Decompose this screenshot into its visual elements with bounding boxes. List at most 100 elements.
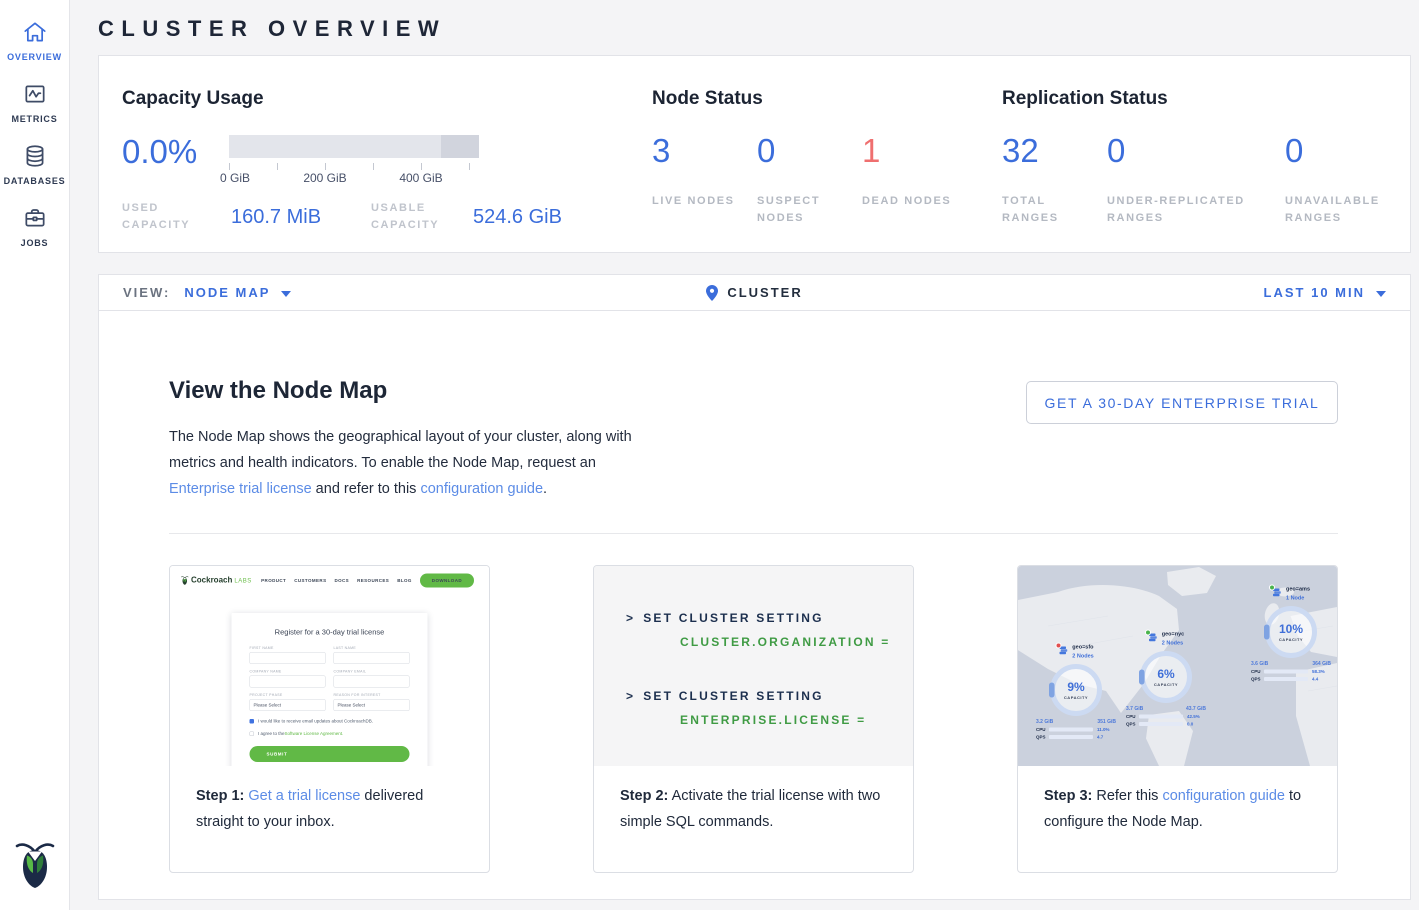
- sidebar: OVERVIEW METRICS DATABASES: [0, 0, 70, 910]
- description-text: The Node Map shows the geographical layo…: [169, 429, 632, 471]
- reason-for-interest-select: Please Select: [334, 699, 410, 711]
- capacity-axis-ticks: [229, 163, 479, 171]
- last-name-field: [334, 652, 410, 664]
- home-icon: [0, 19, 69, 45]
- used-capacity-label: USED CAPACITY: [122, 200, 231, 234]
- node-map-panel: GET A 30-DAY ENTERPRISE TRIAL View the N…: [98, 310, 1411, 900]
- page-title: CLUSTER OVERVIEW: [98, 16, 1411, 42]
- capacity-bar: [229, 135, 479, 158]
- live-nodes-value: 3: [652, 132, 757, 170]
- sidebar-item-overview[interactable]: OVERVIEW: [0, 0, 69, 62]
- cluster-summary-panel: Capacity Usage 0.0% 0 GiB 200 GiB 400 Gi…: [98, 55, 1411, 253]
- under-replicated-ranges-label: UNDER-REPLICATED RANGES: [1107, 193, 1267, 227]
- step-2-caption: Step 2: Activate the trial license with …: [594, 766, 913, 835]
- description-text: .: [543, 481, 547, 497]
- download-button: DOWNLOAD: [420, 574, 474, 588]
- capacity-gauge: 6% CAPACITY: [1140, 651, 1192, 703]
- node-status-title: Node Status: [652, 88, 1002, 110]
- form-title: Register for a 30-day trial license: [250, 628, 410, 637]
- node-map-preview: geo=sfo 2 Nodes 9% CAPACITY 3.2 GiB351 G…: [1018, 566, 1337, 766]
- view-selector-dropdown[interactable]: NODE MAP: [184, 285, 291, 300]
- configuration-guide-link[interactable]: configuration guide: [1162, 788, 1285, 804]
- capacity-gauge: 10% CAPACITY: [1265, 606, 1317, 658]
- locality-name: geo=nyc: [1162, 631, 1184, 637]
- suspect-nodes-label: SUSPECT NODES: [757, 193, 849, 227]
- database-icon: [0, 143, 69, 169]
- locality-name: geo=sfo: [1072, 644, 1093, 650]
- suspect-nodes-stat: 0 SUSPECT NODES: [757, 132, 862, 227]
- tick-label: 0 GiB: [220, 171, 250, 185]
- sidebar-item-label: METRICS: [0, 114, 69, 124]
- view-label: VIEW:: [123, 285, 170, 300]
- time-range-value: LAST 10 MIN: [1264, 285, 1365, 300]
- time-range-dropdown[interactable]: LAST 10 MIN: [1264, 285, 1386, 300]
- replication-status-section: Replication Status 32 TOTAL RANGES 0 UND…: [1002, 56, 1390, 252]
- step-1-card: Cockroach LABS PRODUCT CUSTOMERS DOCS RE…: [169, 565, 490, 873]
- sidebar-item-label: OVERVIEW: [0, 52, 69, 62]
- used-capacity-value: 160.7 MiB: [231, 206, 371, 229]
- locality-sfo: geo=sfo 2 Nodes 9% CAPACITY 3.2 GiB351 G…: [1036, 642, 1116, 740]
- node-group-icon: [1058, 645, 1068, 658]
- chevron-down-icon: [1376, 291, 1386, 297]
- submit-button: SUBMIT: [250, 746, 410, 762]
- main-content: CLUSTER OVERVIEW Capacity Usage 0.0% 0 G…: [70, 0, 1419, 900]
- sidebar-item-jobs[interactable]: JOBS: [0, 186, 69, 248]
- tick-label: 200 GiB: [303, 171, 346, 185]
- live-nodes-label: LIVE NODES: [652, 193, 744, 210]
- capacity-bar-chart: 0 GiB 200 GiB 400 GiB: [229, 133, 479, 185]
- capacity-usage-section: Capacity Usage 0.0% 0 GiB 200 GiB 400 Gi…: [122, 56, 652, 252]
- briefcase-icon: [0, 205, 69, 231]
- live-nodes-stat: 3 LIVE NODES: [652, 132, 757, 227]
- node-map-description: The Node Map shows the geographical layo…: [169, 424, 641, 502]
- unavailable-ranges-stat: 0 UNAVAILABLE RANGES: [1285, 132, 1390, 227]
- node-status-section: Node Status 3 LIVE NODES 0 SUSPECT NODES…: [652, 56, 1002, 252]
- locality-breadcrumb: CLUSTER: [706, 285, 802, 301]
- sidebar-item-label: JOBS: [0, 238, 69, 248]
- total-ranges-label: TOTAL RANGES: [1002, 193, 1094, 227]
- step-2-card: >SET CLUSTER SETTING CLUSTER.ORGANIZATIO…: [593, 565, 914, 873]
- divider: [169, 533, 1338, 534]
- get-trial-license-link[interactable]: Get a trial license: [248, 788, 360, 804]
- step-1-caption: Step 1: Get a trial license delivered st…: [170, 766, 489, 835]
- usable-capacity-label: USABLE CAPACITY: [371, 200, 473, 234]
- view-bar: VIEW: NODE MAP CLUSTER LAST 10 MIN: [98, 274, 1411, 311]
- under-replicated-ranges-value: 0: [1107, 132, 1285, 170]
- description-text: and refer to this: [312, 481, 421, 497]
- under-replicated-ranges-stat: 0 UNDER-REPLICATED RANGES: [1107, 132, 1285, 227]
- sidebar-item-databases[interactable]: DATABASES: [0, 124, 69, 186]
- location-pin-icon: [706, 285, 718, 301]
- total-ranges-value: 32: [1002, 132, 1107, 170]
- chevron-down-icon: [281, 291, 291, 297]
- configuration-guide-link[interactable]: configuration guide: [420, 481, 543, 497]
- metrics-chart-icon: [0, 81, 69, 107]
- step-3-card: geo=sfo 2 Nodes 9% CAPACITY 3.2 GiB351 G…: [1017, 565, 1338, 873]
- sidebar-item-metrics[interactable]: METRICS: [0, 62, 69, 124]
- locality-name: geo=ams: [1286, 586, 1310, 592]
- dead-nodes-label: DEAD NODES: [862, 193, 954, 210]
- view-selector-value: NODE MAP: [184, 285, 270, 300]
- license-agreement-checkbox: [250, 731, 255, 736]
- enterprise-trial-license-link[interactable]: Enterprise trial license: [169, 481, 312, 497]
- unavailable-ranges-label: UNAVAILABLE RANGES: [1285, 193, 1377, 227]
- trial-registration-screenshot: Cockroach LABS PRODUCT CUSTOMERS DOCS RE…: [170, 566, 489, 766]
- step-3-caption: Step 3: Refer this configuration guide t…: [1018, 766, 1337, 835]
- first-name-field: [250, 652, 326, 664]
- tick-label: 400 GiB: [399, 171, 442, 185]
- capacity-axis-labels: 0 GiB 200 GiB 400 GiB: [229, 171, 479, 185]
- company-email-field: [334, 676, 410, 688]
- capacity-usage-title: Capacity Usage: [122, 88, 652, 110]
- capacity-bar-nonusable-segment: [441, 135, 479, 158]
- usable-capacity-value: 524.6 GiB: [473, 206, 613, 229]
- enterprise-trial-button[interactable]: GET A 30-DAY ENTERPRISE TRIAL: [1026, 381, 1338, 424]
- replication-status-title: Replication Status: [1002, 88, 1390, 110]
- capacity-used-percent: 0.0%: [122, 133, 229, 185]
- locality-ams: geo=ams 1 Node 10% CAPACITY 3.6 GiB364 G…: [1251, 584, 1331, 682]
- locality-node-count: 1 Node: [1286, 595, 1304, 601]
- locality-breadcrumb-label: CLUSTER: [727, 285, 802, 300]
- project-phase-select: Please Select: [250, 699, 326, 711]
- mini-site-nav: PRODUCT CUSTOMERS DOCS RESOURCES BLOG DO…: [253, 574, 474, 588]
- locality-nyc: geo=nyc 2 Nodes 6% CAPACITY 3.7 GiB43.7 …: [1126, 629, 1206, 727]
- warning-status-dot: [1055, 642, 1061, 648]
- sidebar-item-label: DATABASES: [0, 176, 69, 186]
- setup-steps: Cockroach LABS PRODUCT CUSTOMERS DOCS RE…: [169, 565, 1338, 873]
